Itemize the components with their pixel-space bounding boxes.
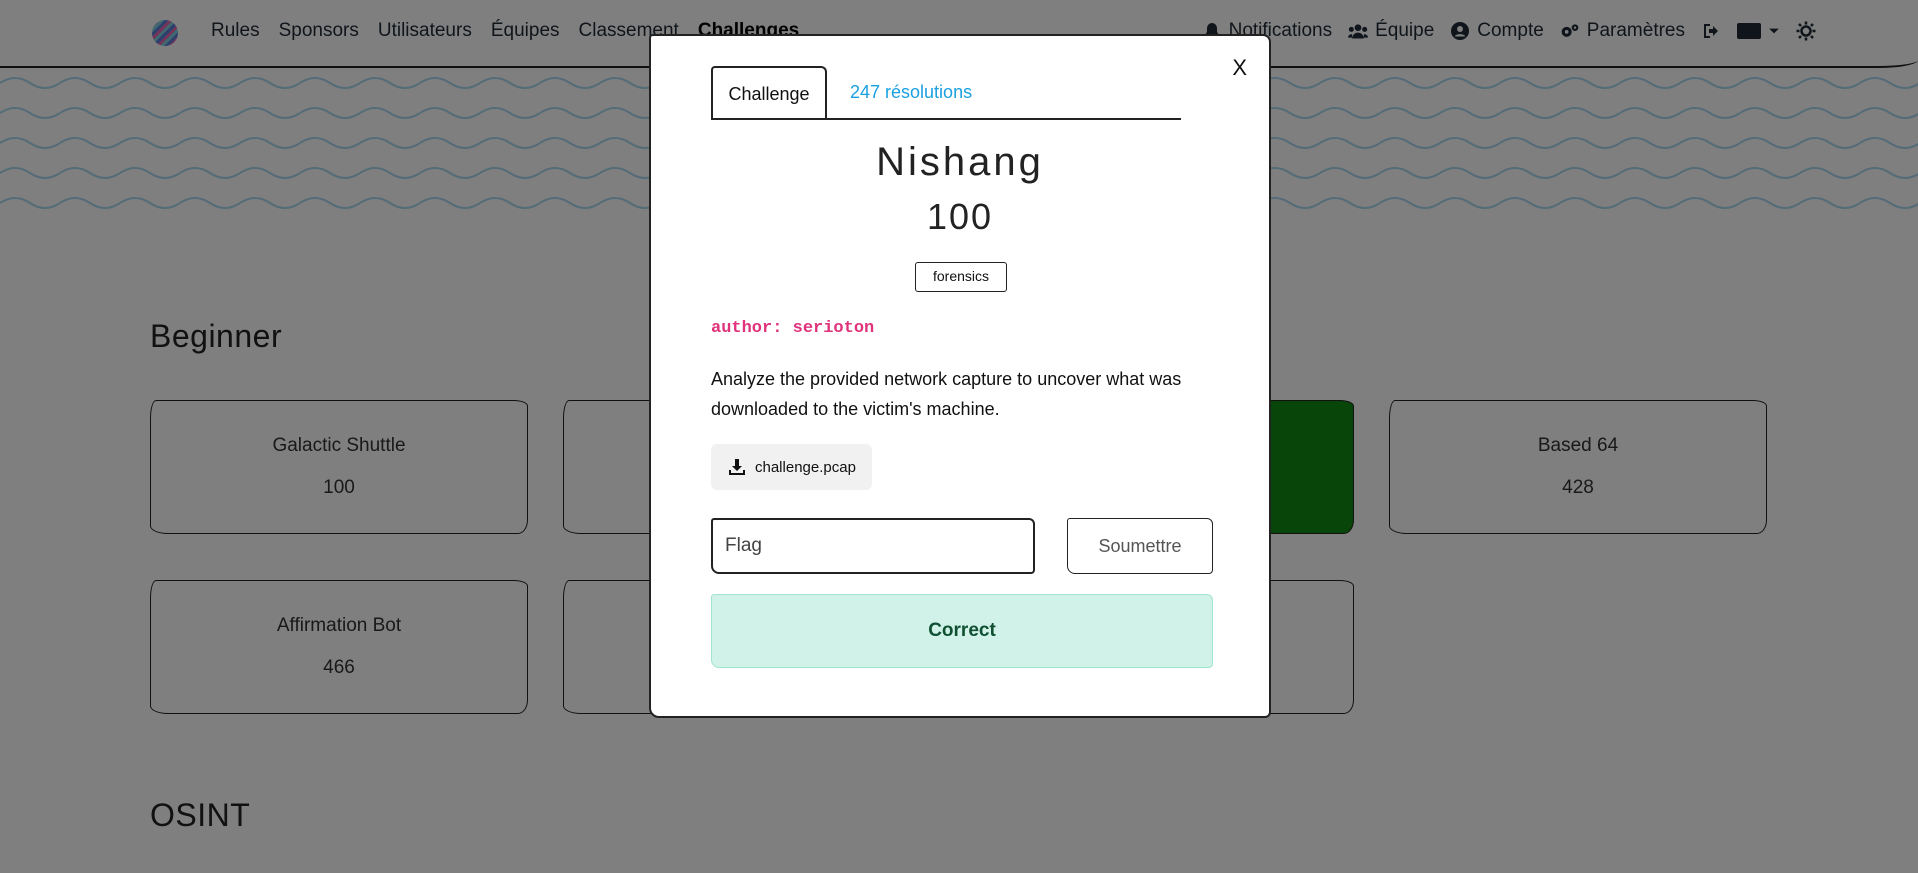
challenge-points: 100 bbox=[926, 196, 994, 237]
challenge-modal: X Challenge 247 résolutions Nishang 100 … bbox=[649, 34, 1271, 718]
challenge-author: author: serioton bbox=[711, 319, 875, 338]
challenge-title: Nishang bbox=[876, 140, 1044, 184]
challenge-file-download[interactable]: challenge.pcap bbox=[711, 444, 872, 490]
flag-input[interactable] bbox=[711, 518, 1035, 574]
file-name: challenge.pcap bbox=[755, 458, 856, 476]
tab-challenge[interactable]: Challenge bbox=[711, 66, 827, 118]
submission-result-alert: Correct bbox=[711, 594, 1213, 668]
challenge-tag: forensics bbox=[915, 262, 1007, 292]
challenge-description: Analyze the provided network capture to … bbox=[711, 369, 1182, 419]
download-icon bbox=[729, 459, 745, 475]
tab-solves[interactable]: 247 résolutions bbox=[850, 66, 972, 118]
submit-flag-button[interactable]: Soumettre bbox=[1067, 518, 1213, 574]
close-modal-button[interactable]: X bbox=[1226, 54, 1253, 82]
modal-tabs: Challenge 247 résolutions bbox=[711, 66, 1181, 120]
